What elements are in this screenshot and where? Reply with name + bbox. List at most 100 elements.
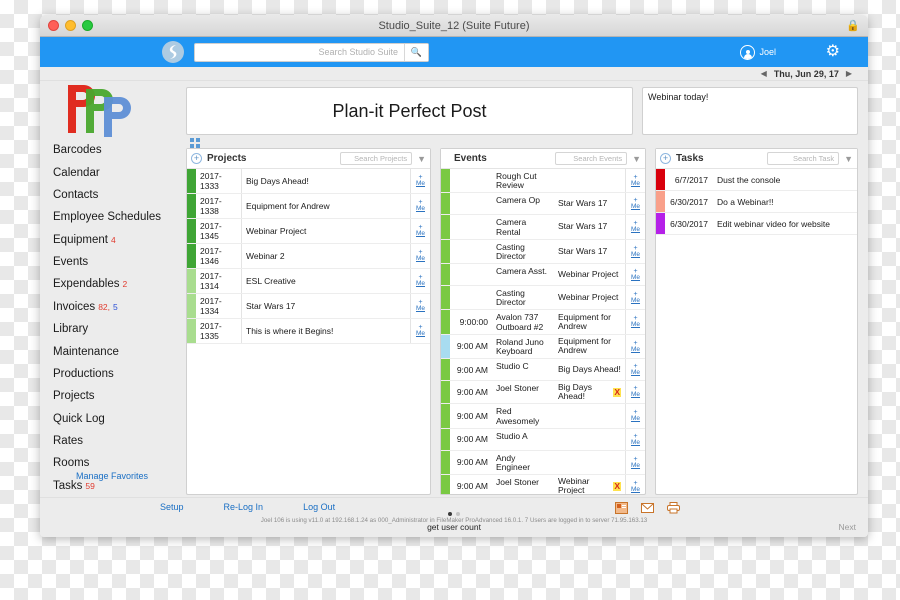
next-link[interactable]: Next <box>839 522 856 532</box>
tasks-search-input[interactable]: Search Task <box>767 152 840 165</box>
sidebar-item-library[interactable]: Library <box>50 318 186 340</box>
search-input[interactable] <box>195 43 404 61</box>
add-me-button[interactable]: + Me <box>625 450 645 475</box>
table-row[interactable]: Casting Director Webinar Project + Me <box>441 286 645 311</box>
sidebar-item-invoices[interactable]: Invoices 82, 5 <box>50 296 186 318</box>
add-me-button[interactable]: + Me <box>625 215 645 239</box>
filter-icon[interactable]: ▼ <box>632 154 641 164</box>
sidebar-item-barcodes[interactable]: Barcodes <box>50 139 186 161</box>
table-row[interactable]: 9:00 AM Roland Juno Keyboard Equipment fo… <box>441 334 645 360</box>
re-log-in-link[interactable]: Re-Log In <box>224 502 264 512</box>
pagination-dot-active[interactable] <box>448 512 452 516</box>
filter-icon[interactable]: ▼ <box>417 154 426 164</box>
add-me-button[interactable]: + Me <box>410 169 430 193</box>
sidebar-item-expendables[interactable]: Expendables 2 <box>50 273 186 295</box>
table-row[interactable]: 2017-1334 Star Wars 17 + Me <box>187 294 430 319</box>
add-me-button[interactable]: + Me <box>625 286 645 310</box>
get-user-count-link[interactable]: get user count <box>40 522 868 532</box>
projects-search-input[interactable]: Search Projects <box>340 152 413 165</box>
table-row[interactable]: 9:00 AM Andy Engineer + Me <box>441 450 645 476</box>
add-project-icon[interactable]: + <box>191 153 202 164</box>
pagination-dot[interactable] <box>456 512 460 516</box>
add-me-button[interactable]: + Me <box>410 319 430 343</box>
add-me-button[interactable]: + Me <box>625 475 645 494</box>
sidebar-item-productions[interactable]: Productions <box>50 363 186 385</box>
add-me-button[interactable]: + Me <box>625 359 645 381</box>
prev-arrow-icon[interactable]: ◀ <box>761 69 767 78</box>
table-row[interactable]: 9:00 AM Red Awesomely + Me <box>441 404 645 429</box>
sidebar-item-equipment[interactable]: Equipment 4 <box>50 229 186 251</box>
add-me-label: Me <box>630 345 641 353</box>
add-me-label: Me <box>415 205 426 213</box>
table-row[interactable]: 6/30/2017 Do a Webinar!! <box>656 191 857 213</box>
sidebar-item-contacts[interactable]: Contacts <box>50 184 186 206</box>
table-row[interactable]: 9:00 AM Joel Stoner Big Days Ahead! X + Me <box>441 381 645 405</box>
table-row[interactable]: 2017-1314 ESL Creative + Me <box>187 269 430 294</box>
sidebar-item-events[interactable]: Events <box>50 251 186 273</box>
add-me-button[interactable]: + Me <box>625 381 645 404</box>
table-row[interactable]: 9:00:00 Avalon 737 Outboard #2 Equipment … <box>441 310 645 335</box>
user-menu[interactable]: Joel <box>740 44 776 60</box>
projects-title: Projects <box>207 153 247 164</box>
add-me-button[interactable]: + Me <box>625 404 645 428</box>
export-icon[interactable] <box>615 501 628 514</box>
task-name: Edit webinar video for website <box>717 218 830 229</box>
print-icon[interactable] <box>667 501 680 514</box>
add-me-label: Me <box>415 305 426 313</box>
table-row[interactable]: Casting Director Star Wars 17 + Me <box>441 239 645 265</box>
grid-view-icon[interactable] <box>190 138 200 148</box>
filter-icon[interactable]: ▼ <box>844 154 853 164</box>
add-me-button[interactable]: + Me <box>410 244 430 268</box>
add-me-button[interactable]: + Me <box>410 269 430 293</box>
sidebar-item-projects[interactable]: Projects <box>50 385 186 407</box>
note-panel[interactable]: Webinar today! <box>642 87 858 135</box>
table-row[interactable]: 9:00 AM Studio A + Me <box>441 428 645 451</box>
add-me-button[interactable]: + Me <box>625 428 645 450</box>
add-me-button[interactable]: + Me <box>625 264 645 286</box>
add-me-button[interactable]: + Me <box>625 334 645 359</box>
task-date: 6/30/2017 <box>670 218 708 229</box>
table-row[interactable]: Camera Asst. Webinar Project + Me <box>441 264 645 287</box>
app-footer: Setup Re-Log In Log Out Joel 106 is usin… <box>40 497 868 537</box>
table-row[interactable]: 2017-1333 Big Days Ahead! + Me <box>187 169 430 194</box>
table-row[interactable]: 2017-1345 Webinar Project + Me <box>187 219 430 244</box>
table-row[interactable]: 9:00 AM Joel Stoner Webinar Project X + Me <box>441 475 645 494</box>
events-search-input[interactable]: Search Events <box>555 152 628 165</box>
log-out-link[interactable]: Log Out <box>303 502 335 512</box>
sidebar-item-calendar[interactable]: Calendar <box>50 161 186 183</box>
table-row[interactable]: 6/30/2017 Edit webinar video for website <box>656 213 857 235</box>
add-me-button[interactable]: + Me <box>625 169 645 193</box>
sidebar-item-maintenance[interactable]: Maintenance <box>50 340 186 362</box>
add-me-button[interactable]: + Me <box>625 310 645 334</box>
gear-icon[interactable]: ⚙ <box>826 44 840 60</box>
table-row[interactable]: Camera Op Star Wars 17 + Me <box>441 193 645 216</box>
table-row[interactable]: 6/7/2017 Dust the console <box>656 169 857 191</box>
table-row[interactable]: 9:00 AM Studio C Big Days Ahead! + Me <box>441 359 645 382</box>
sidebar-item-quick-log[interactable]: Quick Log <box>50 408 186 430</box>
add-me-button[interactable]: + Me <box>410 194 430 218</box>
sidebar-item-label: Quick Log <box>53 412 105 425</box>
setup-link[interactable]: Setup <box>160 502 184 512</box>
next-arrow-icon[interactable]: ▶ <box>846 69 852 78</box>
add-task-icon[interactable]: + <box>660 153 671 164</box>
sidebar-item-rates[interactable]: Rates <box>50 430 186 452</box>
manage-favorites-link[interactable]: Manage Favorites <box>76 471 148 481</box>
search-icon[interactable]: 🔍 <box>404 43 428 61</box>
sidebar-item-employee-schedules[interactable]: Employee Schedules <box>50 206 186 228</box>
event-project <box>554 451 625 474</box>
table-row[interactable]: Rough Cut Review + Me <box>441 169 645 194</box>
project-name: ESL Creative <box>246 276 296 286</box>
add-me-button[interactable]: + Me <box>625 239 645 264</box>
global-search[interactable]: 🔍 <box>194 42 429 62</box>
add-me-button[interactable]: + Me <box>625 193 645 215</box>
add-me-button[interactable]: + Me <box>410 294 430 318</box>
note-text: Webinar today! <box>648 92 709 102</box>
window-title: Studio_Suite_12 (Suite Future) <box>378 19 530 32</box>
table-row[interactable]: 2017-1335 This is where it Begins! + Me <box>187 319 430 344</box>
pagination-dots[interactable] <box>448 512 460 516</box>
table-row[interactable]: 2017-1346 Webinar 2 + Me <box>187 244 430 269</box>
add-me-button[interactable]: + Me <box>410 219 430 243</box>
table-row[interactable]: Camera Rental Star Wars 17 + Me <box>441 215 645 240</box>
email-icon[interactable] <box>641 501 654 513</box>
table-row[interactable]: 2017-1338 Equipment for Andrew + Me <box>187 194 430 219</box>
